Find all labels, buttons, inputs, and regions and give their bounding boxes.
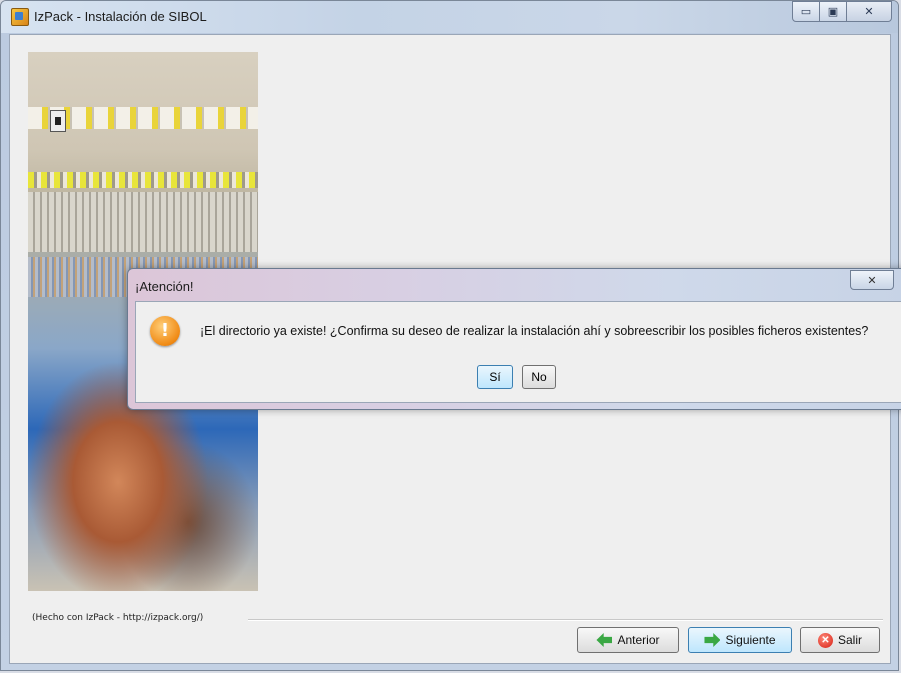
arrow-left-icon bbox=[596, 633, 613, 647]
overwrite-confirm-dialog: ¡Atención! ✕ ! ¡El directorio ya existe!… bbox=[127, 268, 901, 410]
maximize-icon: ▣ bbox=[827, 5, 839, 18]
app-icon bbox=[11, 8, 29, 26]
back-button-label: Anterior bbox=[617, 633, 660, 647]
yes-button[interactable]: Sí bbox=[477, 365, 513, 389]
warning-icon: ! bbox=[150, 316, 180, 346]
exit-button[interactable]: ✕ Salir bbox=[800, 627, 880, 653]
dialog-close-button[interactable]: ✕ bbox=[850, 270, 894, 290]
footer-divider bbox=[248, 619, 883, 621]
next-button[interactable]: Siguiente bbox=[688, 627, 792, 653]
close-button[interactable]: ✕ bbox=[847, 1, 892, 22]
window-controls: ▭ ▣ ✕ bbox=[792, 1, 892, 23]
image-detail bbox=[28, 192, 258, 252]
minimize-icon: ▭ bbox=[800, 5, 812, 18]
next-button-label: Siguiente bbox=[725, 633, 776, 647]
izpack-credit: (Hecho con IzPack - http://izpack.org/) bbox=[32, 613, 204, 623]
dialog-title: ¡Atención! bbox=[135, 279, 194, 294]
dialog-message: ¡El directorio ya existe! ¿Confirma su d… bbox=[200, 324, 869, 338]
close-icon: ✕ bbox=[867, 273, 877, 287]
exit-button-label: Salir bbox=[837, 633, 862, 647]
arrow-right-icon bbox=[704, 633, 721, 647]
maximize-button[interactable]: ▣ bbox=[820, 1, 847, 22]
no-button[interactable]: No bbox=[522, 365, 556, 389]
minimize-button[interactable]: ▭ bbox=[792, 1, 820, 22]
title-bar[interactable]: IzPack - Instalación de SIBOL ▭ ▣ ✕ bbox=[1, 1, 898, 33]
image-detail bbox=[28, 172, 258, 188]
window-title: IzPack - Instalación de SIBOL bbox=[34, 9, 207, 24]
exit-icon: ✕ bbox=[817, 632, 833, 648]
dialog-body: ! ¡El directorio ya existe! ¿Confirma su… bbox=[135, 301, 901, 403]
close-icon: ✕ bbox=[864, 5, 874, 18]
back-button[interactable]: Anterior bbox=[577, 627, 679, 653]
image-detail bbox=[50, 110, 66, 132]
